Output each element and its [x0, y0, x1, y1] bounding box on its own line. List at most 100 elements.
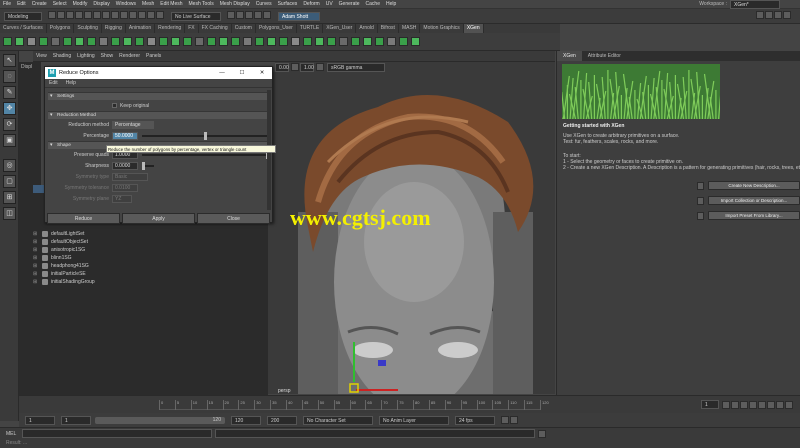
four-view-layout-icon[interactable]: ⊞	[3, 191, 16, 204]
menu-cache[interactable]: Cache	[363, 0, 383, 9]
step-back-icon[interactable]	[740, 400, 748, 409]
go-to-start-icon[interactable]	[722, 400, 730, 409]
keep-original-checkbox[interactable]	[112, 103, 117, 108]
modeling-toolkit-icon[interactable]	[756, 11, 764, 19]
viewport-menu-show[interactable]: Show	[98, 51, 117, 62]
render-settings-icon[interactable]	[254, 11, 262, 19]
snap-curve-icon[interactable]	[129, 11, 137, 19]
xgen-shelf-tool-icon[interactable]	[327, 37, 336, 46]
single-layout-icon[interactable]: ▢	[3, 175, 16, 188]
menu-surfaces[interactable]: Surfaces	[275, 0, 301, 9]
attribute-editor-icon[interactable]	[765, 11, 773, 19]
viewport[interactable]: persp	[268, 72, 555, 394]
shelf-tab-polygons[interactable]: Polygons	[47, 24, 75, 33]
fps-dropdown[interactable]: 24 fps	[455, 415, 495, 425]
xgen-shelf-tool-icon[interactable]	[375, 37, 384, 46]
menu-display[interactable]: Display	[90, 0, 112, 9]
xgen-shelf-tool-icon[interactable]	[75, 37, 84, 46]
xgen-shelf-tool-icon[interactable]	[99, 37, 108, 46]
xgen-shelf-tool-icon[interactable]	[27, 37, 36, 46]
snap-point-icon[interactable]	[138, 11, 146, 19]
shelf-tab-fx[interactable]: FX	[185, 24, 199, 33]
xgen-shelf-tool-icon[interactable]	[3, 37, 12, 46]
script-editor-icon[interactable]	[538, 429, 546, 438]
play-forward-icon[interactable]	[758, 400, 766, 409]
minimize-icon[interactable]: —	[212, 70, 232, 76]
tool-settings-icon[interactable]	[774, 11, 782, 19]
undo-icon[interactable]	[75, 11, 83, 19]
current-frame-field[interactable]: 1	[701, 400, 719, 409]
list-item[interactable]: ⊞ initialShadingGroup	[33, 278, 268, 286]
shelf-tab-motion-graphics[interactable]: Motion Graphics	[420, 24, 464, 33]
xgen-shelf-tool-icon[interactable]	[111, 37, 120, 46]
shelf-tab-sculpting[interactable]: Sculpting	[74, 24, 102, 33]
xgen-shelf-tool-icon[interactable]	[255, 37, 264, 46]
xgen-shelf-tool-icon[interactable]	[15, 37, 24, 46]
go-to-end-icon[interactable]	[785, 400, 793, 409]
xgen-shelf-tool-icon[interactable]	[51, 37, 60, 46]
import-preset-button[interactable]: Import Preset From Library...	[708, 211, 800, 220]
shelf-tab-animation[interactable]: Animation	[126, 24, 156, 33]
maximize-icon[interactable]: ☐	[232, 70, 252, 76]
end-frame-field[interactable]: 200	[267, 415, 297, 425]
redo-icon[interactable]	[84, 11, 92, 19]
xgen-shelf-tool-icon[interactable]	[363, 37, 372, 46]
open-scene-icon[interactable]	[57, 11, 65, 19]
range-bar[interactable]: 120	[95, 416, 225, 424]
settings-section-header[interactable]: Settings	[48, 92, 269, 101]
viewport-menu-shading[interactable]: Shading	[50, 51, 74, 62]
color-management-icon[interactable]	[316, 63, 324, 71]
xgen-shelf-tool-icon[interactable]	[399, 37, 408, 46]
percentage-field[interactable]: 50.0000	[112, 131, 138, 140]
save-scene-icon[interactable]	[66, 11, 74, 19]
xgen-shelf-tool-icon[interactable]	[351, 37, 360, 46]
xgen-shelf-tool-icon[interactable]	[123, 37, 132, 46]
shelf-tab-mash[interactable]: MASH	[399, 24, 421, 33]
time-slider[interactable]: 0 5 10 15 20 25 30 35 40 45 50 55 60 65 70 75 80 85 90 95 10…	[19, 395, 800, 413]
list-item[interactable]: ⊞ headphong41SG	[33, 262, 268, 270]
percentage-slider[interactable]	[142, 131, 268, 140]
menu-create[interactable]: Create	[29, 0, 50, 9]
select-tool-icon[interactable]: ↖	[3, 54, 16, 67]
shelf-tab-rendering[interactable]: Rendering	[155, 24, 186, 33]
paint-select-icon[interactable]: ✎	[3, 86, 16, 99]
menu-generate[interactable]: Generate	[336, 0, 363, 9]
menu-mesh-display[interactable]: Mesh Display	[217, 0, 253, 9]
range-end-field[interactable]: 120	[231, 415, 261, 425]
xgen-shelf-tool-icon[interactable]	[207, 37, 216, 46]
xgen-shelf-tool-icon[interactable]	[339, 37, 348, 46]
menu-curves[interactable]: Curves	[253, 0, 275, 9]
select-hierarchy-icon[interactable]	[93, 11, 101, 19]
menu-windows[interactable]: Windows	[113, 0, 139, 9]
xgen-shelf-tool-icon[interactable]	[183, 37, 192, 46]
xgen-shelf-tool-icon[interactable]	[231, 37, 240, 46]
play-back-icon[interactable]	[749, 400, 757, 409]
menu-modify[interactable]: Modify	[70, 0, 91, 9]
character-set-dropdown[interactable]: No Character Set	[303, 415, 373, 425]
menu-mesh-tools[interactable]: Mesh Tools	[186, 0, 217, 9]
xgen-shelf-tool-icon[interactable]	[387, 37, 396, 46]
shelf-tab-xgen-user[interactable]: XGen_User	[323, 24, 357, 33]
view-transform-dropdown[interactable]: sRGB gamma	[327, 62, 385, 72]
xgen-shelf-tool-icon[interactable]	[219, 37, 228, 46]
apply-button[interactable]: Apply	[122, 213, 195, 224]
new-scene-icon[interactable]	[48, 11, 56, 19]
xgen-shelf-tool-icon[interactable]	[147, 37, 156, 46]
import-collection-button[interactable]: Import Collection or Description...	[708, 196, 800, 205]
anim-layer-dropdown[interactable]: No Anim Layer	[379, 415, 449, 425]
snap-grid-icon[interactable]	[120, 11, 128, 19]
z-axis-manipulator[interactable]	[378, 360, 386, 366]
workspace-dropdown[interactable]: XGen*	[730, 0, 780, 9]
menu-edit[interactable]: Edit	[14, 0, 29, 9]
command-input[interactable]	[22, 429, 212, 438]
create-description-button[interactable]: Create New Description...	[708, 181, 800, 190]
menu-select[interactable]: Select	[50, 0, 70, 9]
xgen-shelf-tool-icon[interactable]	[159, 37, 168, 46]
viewport-menu-renderer[interactable]: Renderer	[116, 51, 143, 62]
mode-dropdown[interactable]: Modeling	[4, 11, 42, 21]
shelf-tab-curves[interactable]: Curves / Surfaces	[0, 24, 47, 33]
render-view-icon[interactable]	[227, 11, 235, 19]
reduction-method-dropdown[interactable]: Percentage	[112, 120, 154, 129]
shelf-tab-polygons-user[interactable]: Polygons_User	[256, 24, 297, 33]
dialog-menu-help[interactable]: Help	[62, 79, 80, 88]
